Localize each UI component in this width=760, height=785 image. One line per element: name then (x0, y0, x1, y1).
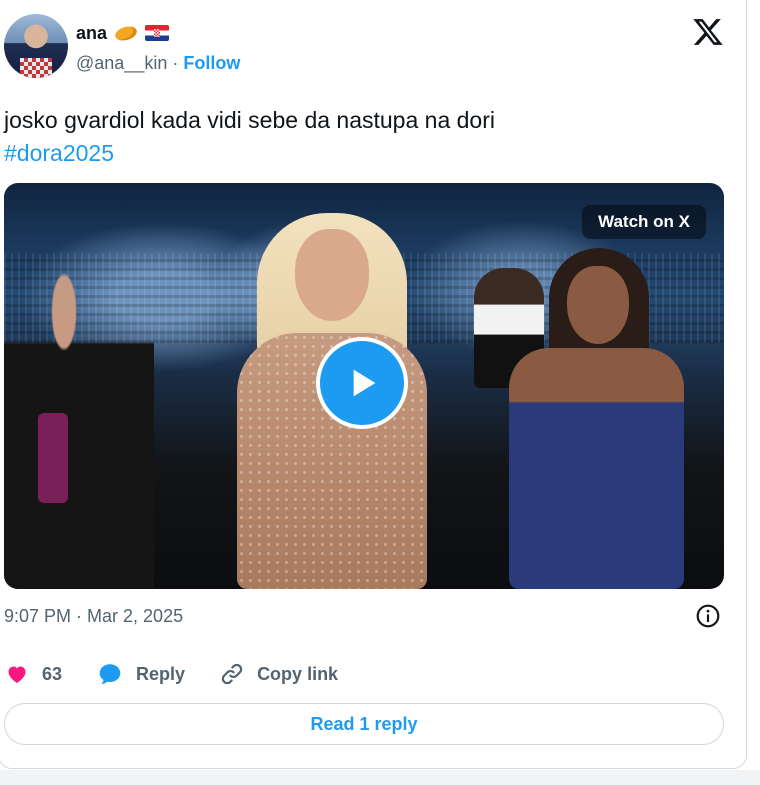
video-person-left (4, 263, 154, 589)
watch-on-x-button[interactable]: Watch on X (582, 205, 706, 239)
author-avatar[interactable] (4, 14, 68, 78)
video-person-right (509, 248, 684, 589)
right-face (567, 266, 629, 344)
reply-action[interactable]: Reply (96, 661, 185, 687)
link-icon (221, 663, 243, 685)
copy-link-label: Copy link (257, 663, 339, 684)
author-name-row: ana (76, 21, 170, 45)
like-action[interactable]: 63 (4, 662, 62, 686)
like-count: 63 (42, 663, 63, 684)
follow-link[interactable]: Follow (183, 53, 240, 73)
video-media[interactable]: Watch on X (4, 183, 724, 589)
author-handle[interactable]: @ana__kin (76, 53, 167, 73)
heart-icon (8, 666, 26, 683)
info-icon[interactable] (695, 603, 721, 629)
x-logo-icon[interactable] (692, 16, 724, 48)
bread-emoji-icon (113, 23, 139, 43)
hashtag-link[interactable]: #dora2025 (4, 137, 724, 170)
avatar-shirt (20, 58, 52, 78)
tie (38, 413, 68, 503)
blue-gown (509, 348, 684, 589)
tweet-body: josko gvardiol kada vidi sebe da nastupa… (4, 107, 495, 133)
croatia-flag-icon (145, 25, 170, 41)
author-display-name[interactable]: ana (76, 23, 107, 44)
center-face (295, 229, 369, 321)
tweet-timestamp[interactable]: 9:07 PM · Mar 2, 2025 (4, 606, 183, 627)
reply-bubble-icon (99, 664, 121, 684)
tweet-actions: 63 Reply Copy link (4, 660, 338, 688)
copy-link-action[interactable]: Copy link (219, 661, 338, 687)
handle-separator: · (172, 53, 179, 73)
play-icon (353, 369, 376, 397)
play-button[interactable] (316, 337, 408, 429)
page-background-strip (0, 770, 760, 785)
read-replies-button[interactable]: Read 1 reply (4, 703, 724, 745)
reply-label: Reply (136, 663, 186, 684)
author-handle-row: @ana__kin · Follow (76, 53, 240, 74)
tweet-text: josko gvardiol kada vidi sebe da nastupa… (4, 104, 724, 170)
